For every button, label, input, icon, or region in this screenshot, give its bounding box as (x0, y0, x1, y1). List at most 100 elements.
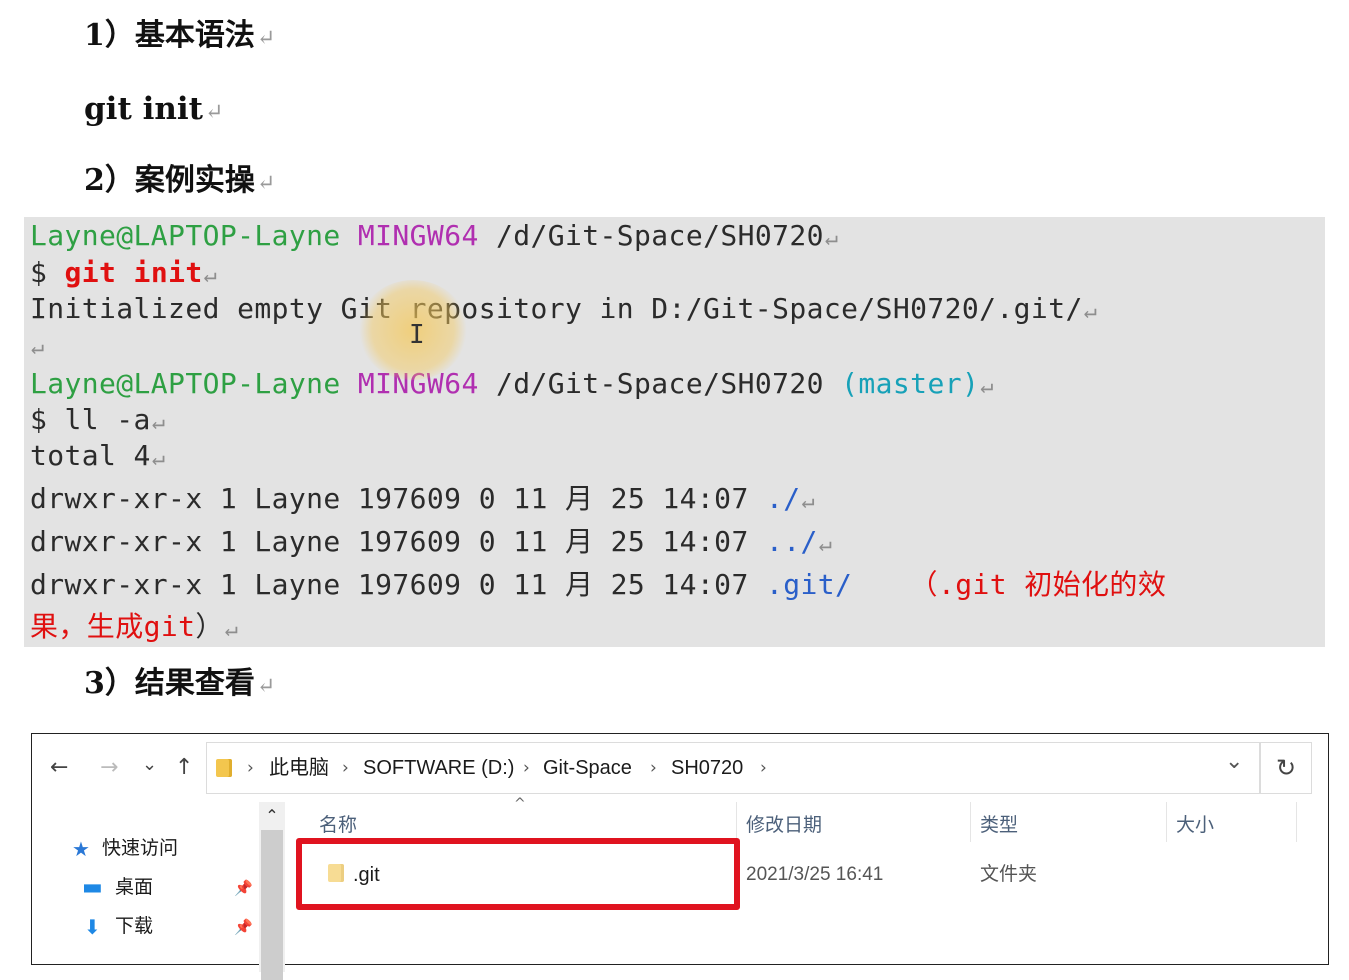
entry-details: drwxr-xr-x 1 Layne 197609 0 11 月 25 14:0… (30, 482, 749, 515)
return-mark: ↵ (256, 171, 276, 196)
terminal-command-line: $ ll -a↵ (30, 403, 165, 440)
return-mark: ↵ (224, 617, 239, 642)
entry-details: drwxr-xr-x 1 Layne 197609 0 11 月 25 14:0… (30, 525, 749, 558)
forward-arrow-icon[interactable]: → (100, 754, 118, 782)
column-header-type[interactable]: 类型 (980, 814, 1018, 838)
terminal-output-line: total 4↵ (30, 439, 165, 476)
sidebar-item-downloads[interactable]: 下载 (115, 915, 153, 939)
pin-icon[interactable]: 📌 (234, 876, 253, 900)
command-git-init: git init (64, 256, 203, 289)
command-text: git init (84, 91, 203, 127)
return-mark: ↵ (256, 674, 276, 699)
command-git-init: git init↵ (84, 91, 223, 131)
entry-details: drwxr-xr-x 1 Layne 197609 0 11 月 25 14:0… (30, 568, 749, 601)
return-mark: ↵ (1083, 299, 1098, 324)
return-mark: ↵ (801, 489, 816, 514)
terminal-command-line: $ git init↵ (30, 256, 217, 293)
scroll-thumb[interactable] (261, 830, 283, 980)
chevron-right-icon: › (523, 758, 530, 778)
note-text: 初始化的效 (1006, 568, 1167, 601)
heading-text: 3）结果查看 (84, 666, 255, 701)
prompt-path: /d/Git-Space/SH0720 (495, 367, 824, 400)
note-text: 果，生成 (30, 610, 144, 643)
terminal-blank-line: ↵ (30, 328, 45, 365)
breadcrumb-drive[interactable]: SOFTWARE (D:) (363, 755, 514, 781)
sidebar-scrollbar[interactable]: ⌃ (259, 802, 285, 980)
chevron-right-icon: › (650, 758, 657, 778)
heading-basic-syntax: 1）基本语法↵ (84, 18, 275, 57)
refresh-icon[interactable]: ↻ (1260, 742, 1312, 794)
directory-entry: drwxr-xr-x 1 Layne 197609 0 11 月 25 14:0… (30, 482, 815, 519)
entry-name: ../ (765, 525, 818, 558)
file-row-modified: 2021/3/25 16:41 (746, 864, 884, 885)
sidebar-item-desktop[interactable]: 桌面 (115, 876, 153, 900)
heading-view-result: 3）结果查看↵ (84, 666, 275, 705)
download-icon: ⬇ (84, 915, 101, 939)
recent-locations-chevron-icon[interactable]: ⌄ (142, 751, 157, 779)
return-mark: ↵ (151, 446, 166, 471)
column-divider[interactable] (736, 802, 737, 842)
chevron-right-icon: › (760, 758, 767, 778)
column-divider[interactable] (970, 802, 971, 842)
highlight-annotation-box (296, 838, 740, 910)
command-ll: ll -a (64, 403, 151, 436)
desktop-icon: ▬ (82, 875, 103, 900)
back-arrow-icon[interactable]: ← (50, 754, 68, 782)
prompt-shell: MINGW64 (357, 219, 479, 252)
total-line: total 4 (30, 439, 151, 472)
chevron-right-icon: › (342, 758, 349, 778)
return-mark: ↵ (256, 26, 276, 51)
file-row-type: 文件夹 (980, 864, 1038, 885)
directory-entry: drwxr-xr-x 1 Layne 197609 0 11 月 25 14:0… (30, 568, 1166, 602)
up-arrow-icon[interactable]: ↑ (175, 754, 193, 782)
column-header-size[interactable]: 大小 (1176, 814, 1214, 838)
text-cursor-icon: I (409, 320, 425, 350)
address-bar[interactable]: › 此电脑 › SOFTWARE (D:) › Git-Space › SH07… (206, 742, 1260, 794)
prompt-branch: (master) (841, 367, 980, 400)
prompt-symbol: $ (30, 256, 48, 289)
return-mark: ↵ (151, 410, 166, 435)
column-divider[interactable] (1166, 802, 1167, 842)
terminal-prompt-line: Layne@LAPTOP-Layne MINGW64 /d/Git-Space/… (30, 219, 839, 256)
address-dropdown-icon[interactable]: ⌄ (1225, 749, 1243, 775)
breadcrumb-sh0720[interactable]: SH0720 (671, 755, 743, 781)
prompt-shell: MINGW64 (357, 367, 479, 400)
heading-case-practice: 2）案例实操↵ (84, 163, 275, 202)
column-header-name[interactable]: 名称 (319, 814, 357, 838)
prompt-path: /d/Git-Space/SH0720 (495, 219, 824, 252)
init-message: Initialized empty Git repository in D:/G… (30, 292, 1083, 325)
terminal-output-line: Initialized empty Git repository in D:/G… (30, 292, 1097, 329)
heading-text: 2）案例实操 (84, 163, 255, 198)
prompt-user: Layne@LAPTOP-Layne (30, 367, 341, 400)
breadcrumb-this-pc[interactable]: 此电脑 (269, 755, 329, 781)
star-icon: ★ (72, 837, 90, 861)
file-explorer-window: ← → ⌄ ↑ › 此电脑 › SOFTWARE (D:) › Git-Spac… (31, 733, 1329, 980)
return-mark: ↵ (818, 532, 833, 557)
scroll-up-arrow-icon[interactable]: ⌃ (259, 806, 285, 825)
return-mark: ↵ (31, 335, 45, 360)
note-git: .git (937, 568, 1007, 601)
directory-entry: drwxr-xr-x 1 Layne 197609 0 11 月 25 14:0… (30, 525, 832, 562)
pin-icon[interactable]: 📌 (234, 915, 253, 939)
terminal-output: Layne@LAPTOP-Layne MINGW64 /d/Git-Space/… (24, 217, 1325, 647)
terminal-prompt-line: Layne@LAPTOP-Layne MINGW64 /d/Git-Space/… (30, 367, 994, 404)
note-close: ） (195, 610, 224, 643)
note-continuation: 果，生成git）↵ (30, 610, 238, 647)
chevron-right-icon: › (247, 758, 254, 778)
column-divider[interactable] (1296, 802, 1297, 842)
note-open: （ (909, 568, 938, 601)
return-mark: ↵ (204, 100, 224, 125)
sort-ascending-icon: ^ (514, 796, 526, 812)
return-mark: ↵ (980, 374, 994, 399)
return-mark: ↵ (824, 226, 839, 251)
entry-name: ./ (765, 482, 801, 515)
note-git: git (143, 610, 196, 643)
heading-text: 1）基本语法 (84, 18, 255, 53)
breadcrumb-git-space[interactable]: Git-Space (543, 755, 632, 781)
prompt-symbol: $ (30, 403, 48, 436)
return-mark: ↵ (203, 263, 218, 288)
entry-name: .git/ (765, 568, 853, 601)
column-header-modified[interactable]: 修改日期 (746, 814, 822, 838)
sidebar-item-quick-access[interactable]: 快速访问 (102, 837, 178, 861)
folder-icon (216, 759, 232, 777)
